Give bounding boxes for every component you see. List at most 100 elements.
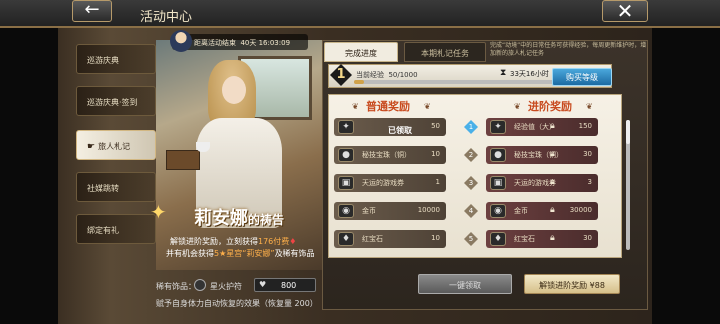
reward-item-icon: ♦ (490, 232, 506, 246)
unlock-text: 及稀有饰品 (274, 249, 315, 258)
advanced-reward-cell[interactable]: ♦ 红宝石 🔒︎ 30 (486, 230, 598, 248)
sidebar-item-label: 巡游庆典·签到 (87, 98, 138, 107)
sidebar-item-parade[interactable]: 巡游庆典 (76, 44, 156, 74)
claim-all-button[interactable]: 一键领取 (418, 274, 512, 294)
left-letterbox (0, 0, 58, 324)
ruby-icon: ♦ (289, 237, 297, 246)
normal-rewards-header: 普通奖励 (366, 100, 410, 113)
button-label: 一键领取 (449, 281, 481, 290)
normal-reward-cell[interactable]: ♦ 红宝石 10 (334, 230, 446, 248)
reward-name: 秘技宝珠（铜） (514, 151, 563, 159)
back-button[interactable]: ← (72, 0, 112, 22)
task-note: 完成“动境”中的日常任务可获得经验，每周更新维护时，增加新的旅人札记任务 (490, 42, 647, 57)
reward-item-icon: ▣ (490, 176, 506, 190)
hourglass-icon: ⧗ (500, 68, 507, 78)
buy-level-button[interactable]: 购买等级 (552, 68, 612, 86)
character-title-main: 莉安娜 (193, 208, 248, 229)
reward-name: 红宝石 (514, 235, 535, 243)
reward-name: 红宝石 (362, 235, 383, 243)
heart-value: 800 (281, 281, 297, 290)
accessory-description: 赋予自身体力自动恢复的效果（恢复量 200） (156, 299, 318, 308)
sidebar-item-label: 社媒跳转 (87, 184, 119, 193)
reward-item-icon: ✦ (338, 120, 354, 134)
heart-stat: ♥ 800 (254, 278, 316, 292)
normal-reward-cell[interactable]: ● 秘技宝珠（铜） 10 (334, 146, 446, 164)
ornament-icon: ❦ (514, 102, 521, 111)
lock-icon: 🔒︎ (550, 205, 555, 215)
character-title: 莉安娜的祷告 (164, 204, 314, 230)
normal-reward-cell[interactable]: ▣ 天运的游戏券 1 (334, 174, 446, 192)
close-button[interactable]: ✕ (602, 0, 648, 22)
tab-journal-tasks[interactable]: 本期札记任务 (404, 42, 486, 62)
heart-icon: ♥ (259, 280, 267, 289)
unlock-advanced-button[interactable]: 解锁进阶奖励 ¥88 (524, 274, 620, 294)
countdown-value: 40天 16:03:09 (240, 39, 291, 47)
illustration-cup (196, 142, 210, 152)
sidebar-item-label: 绑定有礼 (87, 226, 119, 235)
reward-item-icon: ✦ (490, 120, 506, 134)
tab-progress[interactable]: 完成进度 (324, 42, 398, 62)
advanced-reward-cell[interactable]: ● 秘技宝珠（铜） 🔒︎ 30 (486, 146, 598, 164)
reward-qty: 10000 (417, 206, 440, 214)
avatar-icon (170, 30, 192, 52)
lock-icon: 🔒︎ (550, 177, 555, 187)
reward-item-icon: ▣ (338, 176, 354, 190)
reward-item-icon: ◉ (338, 204, 354, 218)
ornament-icon: ❦ (352, 102, 359, 111)
exp-text: 当前经验 (356, 71, 384, 79)
reward-qty: 10 (431, 234, 440, 242)
scrollbar-thumb[interactable] (626, 120, 630, 144)
unlock-text: 并有机会获得 (166, 249, 214, 258)
reward-qty: 50 (431, 122, 440, 130)
reward-qty: 30 (583, 234, 592, 242)
sidebar-item-social[interactable]: 社媒跳转 (76, 172, 156, 202)
reward-qty: 30 (583, 150, 592, 158)
unlock-highlight: 176付费 (258, 237, 290, 246)
reward-item-icon: ♦ (338, 232, 354, 246)
advanced-reward-cell[interactable]: ✦ 经验值（大） 🔒︎ 150 (486, 118, 598, 136)
button-label: 解锁进阶奖励 ¥88 (539, 281, 605, 290)
experience-label: 当前经验 50/1000 (356, 70, 418, 80)
normal-reward-cell[interactable]: ◉ 金币 10000 (334, 202, 446, 220)
reward-qty: 10 (431, 150, 440, 158)
unlock-description-1: 解锁进阶奖励，立刻获得176付费♦ (170, 236, 296, 247)
amulet-icon[interactable] (194, 279, 206, 291)
lock-icon: 🔒︎ (550, 149, 555, 159)
reward-item-icon: ◉ (490, 204, 506, 218)
tab-label: 本期札记任务 (421, 49, 469, 58)
reward-item-icon: ● (490, 148, 506, 162)
accessory-label: 稀有饰品： (156, 282, 196, 291)
lock-icon: 🔒︎ (550, 121, 555, 131)
character-title-suffix: 的祷告 (247, 213, 284, 227)
exp-value: 50/1000 (388, 71, 418, 79)
unlock-text: 解锁进阶奖励，立刻获得 (170, 237, 258, 246)
pointing-hand-icon: ☛ (87, 142, 96, 152)
advanced-rewards-header: 进阶奖励 (528, 100, 572, 113)
reward-name: 秘技宝珠（铜） (362, 151, 411, 159)
advanced-reward-cell[interactable]: ▣ 天运的游戏券 🔒︎ 3 (486, 174, 598, 192)
reward-qty: 1 (435, 178, 440, 186)
unlock-description-2: 并有机会获得5★星宫“莉安娜”及稀有饰品 (166, 248, 315, 259)
sidebar-item-label: 巡游庆典 (87, 56, 119, 65)
reward-qty: 3 (587, 178, 592, 186)
season-timer: 33天16小时 (510, 70, 549, 78)
sidebar-item-parade-checkin[interactable]: 巡游庆典·签到 (76, 86, 156, 116)
game-screen: ← 活动中心 ✕ 巡游庆典 巡游庆典·签到 ☛ 旅人札记 社媒跳转 绑定有礼 距离… (0, 0, 720, 324)
button-label: 购买等级 (566, 73, 598, 82)
illustration-face (222, 76, 246, 104)
tab-label: 完成进度 (345, 49, 377, 58)
advanced-reward-cell[interactable]: ◉ 金币 🔒︎ 30000 (486, 202, 598, 220)
reward-item-icon: ● (338, 148, 354, 162)
sidebar-item-bind-gift[interactable]: 绑定有礼 (76, 214, 156, 244)
ornament-icon: ❦ (586, 102, 593, 111)
page-title: 活动中心 (140, 10, 193, 25)
reward-name: 金币 (362, 207, 376, 215)
reward-qty: 30000 (569, 206, 592, 214)
sidebar-item-travel-journal[interactable]: ☛ 旅人札记 (76, 130, 156, 160)
event-countdown: 距离活动结束 40天 16:03:09 (172, 34, 308, 50)
experience-fill (354, 80, 364, 84)
reward-name: 天运的游戏券 (362, 179, 404, 187)
illustration-book (166, 150, 200, 170)
experience-track (354, 80, 554, 84)
accessory-name: 星火护符 (210, 282, 242, 291)
